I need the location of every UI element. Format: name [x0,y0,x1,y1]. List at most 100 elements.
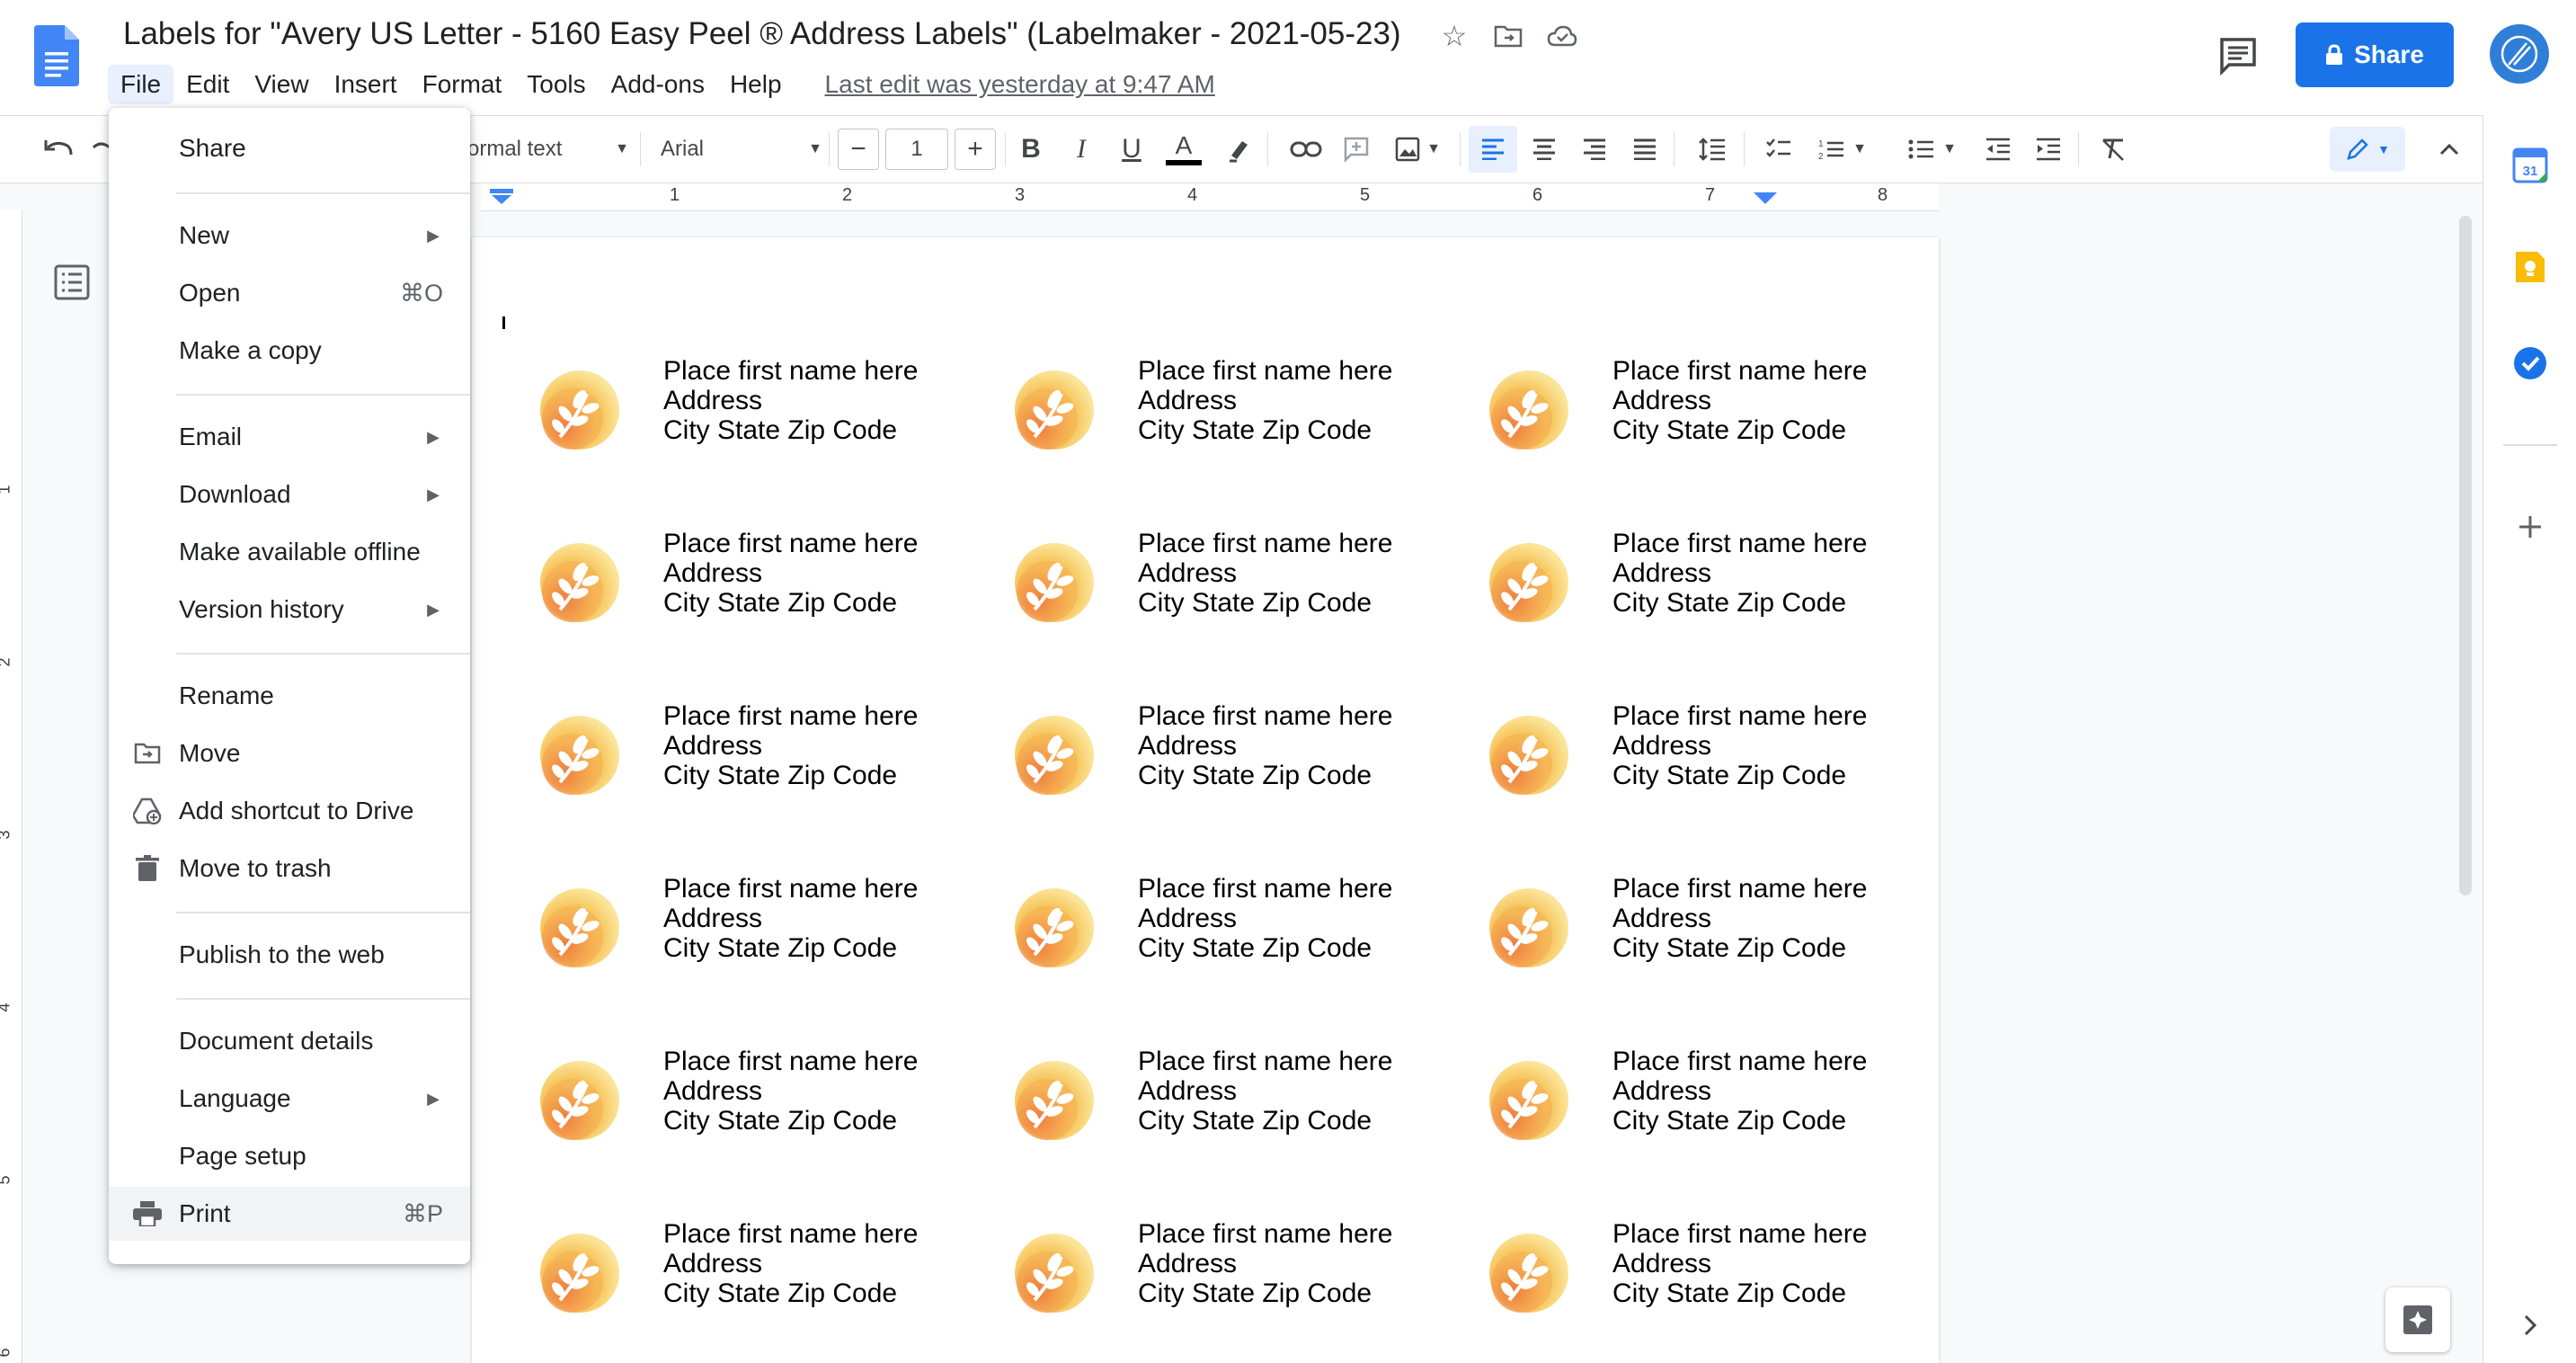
address-label[interactable]: Place first name here Address City State Z… [1482,356,1914,473]
expand-side-panel-icon[interactable] [2512,1307,2548,1343]
last-edit-link[interactable]: Last edit was yesterday at 9:47 AM [813,65,1228,104]
scrollbar[interactable] [2459,216,2472,895]
menu-item-version-history[interactable]: Version history ▶ [109,583,470,637]
address-label[interactable]: Place first name here Address City State Z… [1482,1047,1914,1163]
address-label[interactable]: Place first name here Address City State Z… [1008,874,1439,991]
undo-icon[interactable] [36,116,81,183]
font-select[interactable]: Arial ▼ [661,116,822,183]
address-label[interactable]: Place first name here Address City State Z… [533,701,964,818]
address-label[interactable]: Place first name here Address City State Z… [1008,529,1439,646]
label-line-name: Place first name here [1138,701,1393,731]
right-indent-marker-icon[interactable] [1754,192,1777,205]
menu-item-new[interactable]: New ▶ [109,209,470,263]
avatar[interactable] [2490,24,2549,84]
italic-icon[interactable]: I [1062,116,1100,183]
menu-insert[interactable]: Insert [322,65,410,104]
numbered-list-icon[interactable]: 1 2 ▼ [1808,116,1877,183]
address-label[interactable]: Place first name here Address City State Z… [1008,356,1439,473]
address-label[interactable]: Place first name here Address City State Z… [1008,1047,1439,1163]
document-outline-icon[interactable] [52,263,92,302]
label-line-address: Address [1612,1076,1712,1106]
vertical-ruler[interactable]: 1 2 3 4 5 6 [0,210,22,1363]
address-label[interactable]: Place first name here Address City State Z… [533,1047,964,1163]
highlight-icon[interactable] [1219,116,1260,183]
menu-item-offline[interactable]: Make available offline [109,525,470,579]
underline-icon[interactable]: U [1113,116,1150,183]
align-left-icon[interactable] [1469,126,1517,173]
cloud-saved-icon[interactable] [1546,20,1578,52]
menu-item-email[interactable]: Email ▶ [109,410,470,464]
docs-logo-icon[interactable] [34,25,79,86]
star-icon[interactable]: ☆ [1438,20,1470,52]
address-label[interactable]: Place first name here Address City State Z… [1008,701,1439,818]
menu-item-print[interactable]: Print ⌘P [109,1187,470,1241]
address-label[interactable]: Place first name here Address City State Z… [1008,1219,1439,1336]
menu-item-rename[interactable]: Rename [109,669,470,723]
menu-edit[interactable]: Edit [173,65,242,104]
submenu-arrow-icon: ▶ [427,427,440,446]
line-spacing-icon[interactable] [1690,116,1735,183]
menu-item-language[interactable]: Language ▶ [109,1072,470,1126]
checklist-icon[interactable] [1758,116,1799,183]
share-button[interactable]: Share [2296,22,2454,87]
menu-help[interactable]: Help [717,65,795,104]
image-icon[interactable]: ▼ [1386,116,1449,183]
address-label[interactable]: Place first name here Address City State Z… [533,356,964,473]
label-line-name: Place first name here [1138,356,1393,386]
document-page[interactable]: Place first name here Address City State Z… [472,237,1939,1363]
style-select[interactable]: ormal text ▼ [467,116,629,183]
address-label[interactable]: Place first name here Address City State Z… [533,1219,964,1336]
menu-item-details[interactable]: Document details [109,1014,470,1068]
menu-item-publish[interactable]: Publish to the web [109,928,470,982]
text-color-icon[interactable]: A [1163,116,1204,183]
menu-item-page-setup[interactable]: Page setup [109,1129,470,1183]
label-line-city: City State Zip Code [1138,1106,1372,1136]
horizontal-ruler[interactable]: 1 2 3 4 5 6 7 8 [481,183,1939,211]
text-cursor [502,316,505,329]
document-title[interactable]: Labels for "Avery US Letter - 5160 Easy … [123,16,1401,52]
label-line-address: Address [1138,386,1238,415]
left-indent-marker-icon[interactable] [490,189,513,205]
add-addon-icon[interactable] [2512,509,2548,545]
menu-view[interactable]: View [242,65,321,104]
increase-font-size-icon[interactable]: + [953,116,998,183]
menu-addons[interactable]: Add-ons [599,65,717,104]
align-right-icon[interactable] [1573,116,1616,183]
address-label[interactable]: Place first name here Address City State Z… [533,529,964,646]
menu-item-trash[interactable]: Move to trash [109,842,470,895]
font-size-input[interactable]: 1 [884,116,949,183]
decrease-indent-icon[interactable] [1977,116,2019,183]
bold-icon[interactable]: B [1012,116,1050,183]
link-icon[interactable] [1284,116,1328,183]
decrease-font-size-icon[interactable]: − [836,116,881,183]
calendar-icon[interactable]: 31 [2512,147,2548,183]
comments-icon[interactable] [2218,36,2258,76]
align-center-icon[interactable] [1523,116,1566,183]
editing-mode-icon[interactable]: ▼ [2330,127,2405,172]
menu-item-move[interactable]: Move [109,726,470,780]
address-label[interactable]: Place first name here Address City State Z… [533,874,964,991]
keep-icon[interactable] [2512,248,2548,284]
comment-icon[interactable] [1336,116,1377,183]
menu-item-add-shortcut[interactable]: Add shortcut to Drive [109,784,470,838]
menu-item-make-copy[interactable]: Make a copy [109,324,470,378]
move-folder-icon[interactable] [1492,20,1524,52]
menu-item-download[interactable]: Download ▶ [109,468,470,521]
menu-item-open[interactable]: Open ⌘O [109,266,470,320]
bulleted-list-icon[interactable]: ▼ [1898,116,1967,183]
address-label[interactable]: Place first name here Address City State Z… [1482,529,1914,646]
menu-file[interactable]: File [108,65,174,104]
tasks-icon[interactable] [2512,345,2548,381]
address-label[interactable]: Place first name here Address City State Z… [1482,1219,1914,1336]
increase-indent-icon[interactable] [2028,116,2069,183]
explore-button[interactable] [2385,1287,2450,1352]
collapse-icon[interactable] [2427,116,2472,183]
style-value: ormal text [467,137,563,161]
justify-icon[interactable] [1623,116,1666,183]
address-label[interactable]: Place first name here Address City State Z… [1482,701,1914,818]
clear-formatting-icon[interactable] [2092,116,2134,183]
menu-item-share[interactable]: Share [109,121,470,175]
menu-format[interactable]: Format [410,65,515,104]
menu-tools[interactable]: Tools [514,65,598,104]
address-label[interactable]: Place first name here Address City State Z… [1482,874,1914,991]
